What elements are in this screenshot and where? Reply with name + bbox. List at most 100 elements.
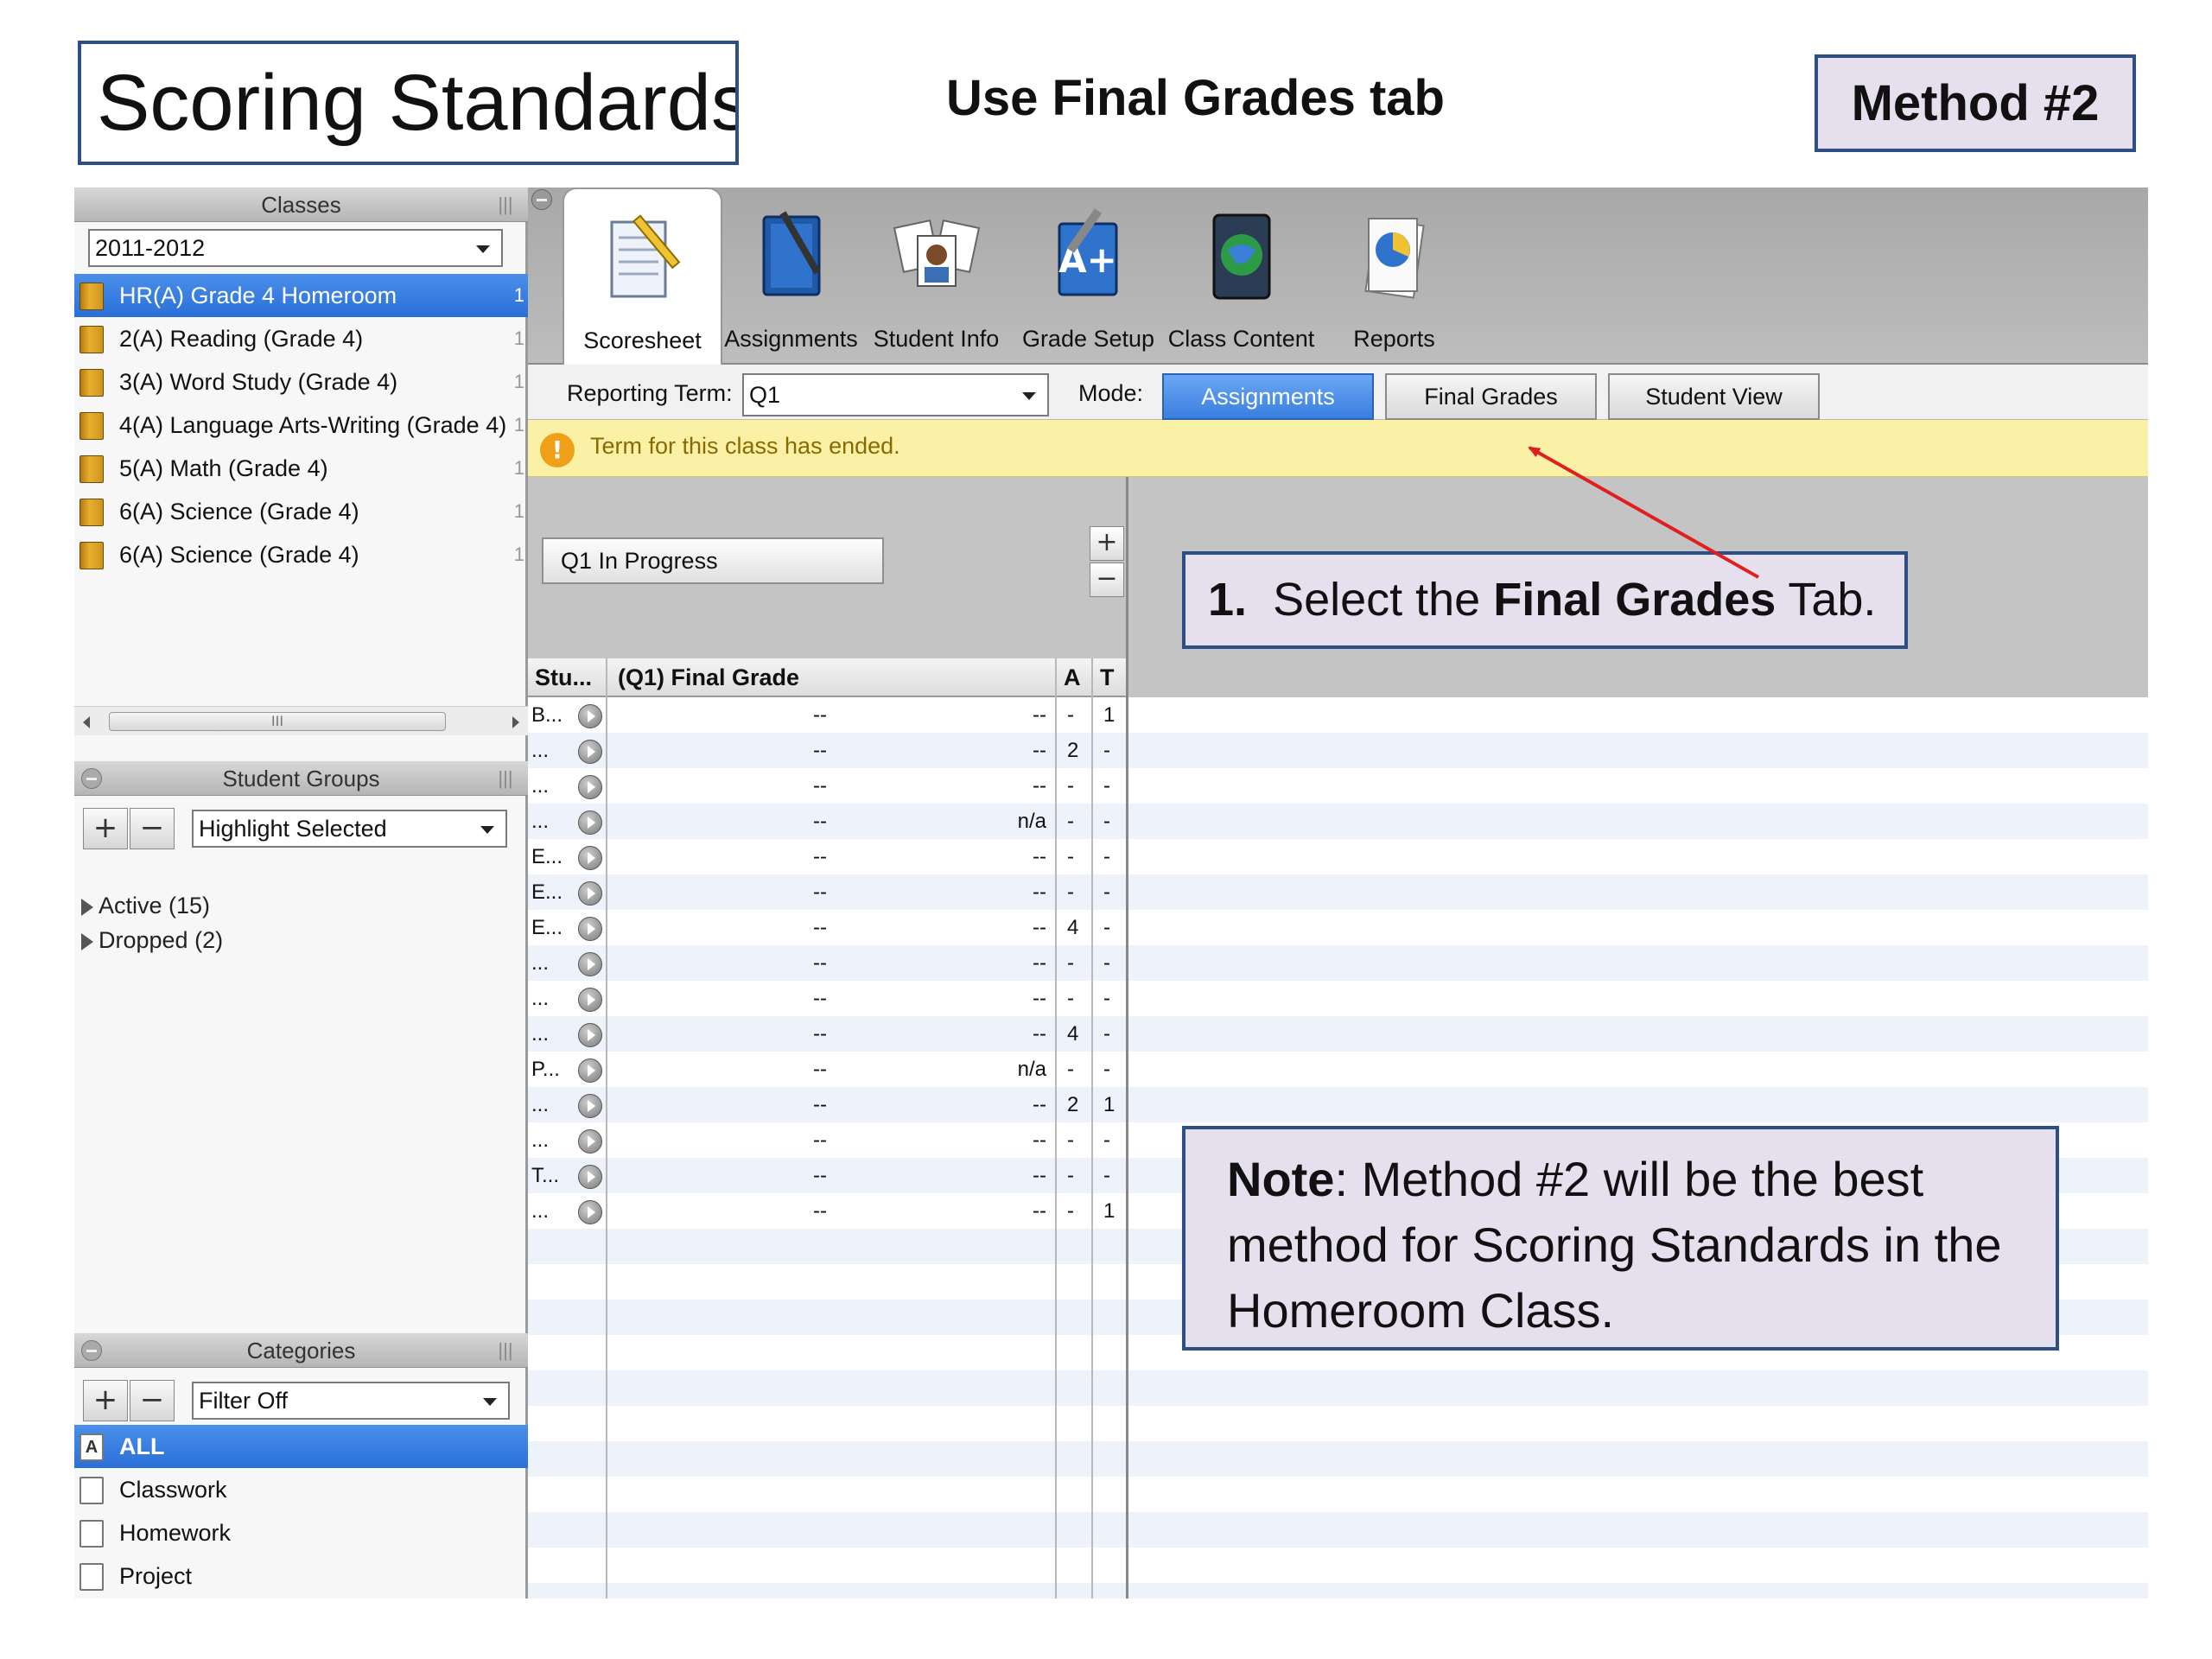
- toolbar-tab-label: Class Content: [1167, 326, 1315, 352]
- class-item[interactable]: 3(A) Word Study (Grade 4) 1: [74, 360, 528, 404]
- mode-button[interactable]: Student View: [1608, 373, 1820, 420]
- row-action-icon[interactable]: [578, 1023, 602, 1047]
- class-item[interactable]: 6(A) Science (Grade 4) 1: [74, 490, 528, 533]
- row-action-icon[interactable]: [578, 810, 602, 835]
- table-row[interactable]: E... -- -- 4 -: [528, 910, 2148, 945]
- t-count-cell: -: [1103, 951, 1110, 975]
- row-action-icon[interactable]: [578, 1058, 602, 1083]
- group-active[interactable]: Active (15): [81, 893, 210, 919]
- row-action-icon[interactable]: [578, 952, 602, 976]
- reporting-term-select[interactable]: Q1: [742, 373, 1049, 416]
- expand-triangle-icon[interactable]: [81, 932, 93, 950]
- panel-grip-icon[interactable]: |||: [495, 768, 516, 789]
- horizontal-scrollbar[interactable]: III: [74, 706, 528, 735]
- class-item[interactable]: 6(A) Science (Grade 4) 1: [74, 533, 528, 576]
- row-action-icon[interactable]: [578, 846, 602, 870]
- final-grade-cell[interactable]: --: [813, 1158, 827, 1193]
- t-column-header[interactable]: T: [1100, 658, 1115, 697]
- class-item[interactable]: 5(A) Math (Grade 4) 1: [74, 447, 528, 490]
- final-grade-cell[interactable]: --: [813, 697, 827, 733]
- t-count-cell: -: [1103, 774, 1110, 798]
- table-row[interactable]: ... -- n/a - -: [528, 804, 2148, 839]
- scroll-right-icon[interactable]: [512, 716, 519, 728]
- category-icon: A: [79, 1433, 104, 1461]
- panel-grip-icon[interactable]: |||: [495, 1340, 516, 1361]
- table-row[interactable]: E... -- -- - -: [528, 839, 2148, 874]
- collapse-minus-button[interactable]: −: [1090, 563, 1124, 597]
- toolbar-tab-label: Student Info: [873, 326, 1000, 352]
- table-row[interactable]: ... -- -- - -: [528, 945, 2148, 981]
- class-item[interactable]: 2(A) Reading (Grade 4) 1: [74, 317, 528, 360]
- row-action-icon[interactable]: [578, 704, 602, 728]
- panel-grip-icon[interactable]: |||: [495, 194, 516, 215]
- class-item[interactable]: HR(A) Grade 4 Homeroom 1: [74, 274, 528, 317]
- a-count-cell: 2: [1067, 1093, 1079, 1116]
- final-grade-cell[interactable]: --: [813, 839, 827, 874]
- remove-group-button[interactable]: −: [130, 808, 175, 849]
- table-row[interactable]: E... -- -- - -: [528, 874, 2148, 910]
- final-grade-cell[interactable]: --: [813, 910, 827, 945]
- row-action-icon[interactable]: [578, 1094, 602, 1118]
- final-grade-cell[interactable]: --: [813, 981, 827, 1016]
- row-action-icon[interactable]: [578, 881, 602, 906]
- group-dropped[interactable]: Dropped (2): [81, 927, 223, 954]
- a-column-header[interactable]: A: [1064, 658, 1081, 697]
- toolbar-tab[interactable]: Scoresheet: [563, 188, 722, 365]
- highlight-select[interactable]: Highlight Selected: [192, 810, 507, 848]
- row-action-icon[interactable]: [578, 740, 602, 764]
- remove-category-button[interactable]: −: [130, 1380, 175, 1421]
- toolbar-tab[interactable]: Class Content: [1161, 188, 1321, 365]
- final-grade-cell[interactable]: --: [813, 768, 827, 804]
- scrollbar-thumb[interactable]: III: [109, 712, 446, 731]
- mode-button[interactable]: Final Grades: [1385, 373, 1597, 420]
- final-grade-cell[interactable]: --: [813, 1193, 827, 1229]
- add-category-button[interactable]: +: [83, 1380, 128, 1421]
- table-row[interactable]: B... -- -- -1: [528, 697, 2148, 733]
- final-grade-cell[interactable]: --: [813, 1016, 827, 1052]
- table-row[interactable]: ... -- -- - -: [528, 768, 2148, 804]
- expand-triangle-icon[interactable]: [81, 898, 93, 916]
- table-row[interactable]: ... -- -- 4-: [528, 1016, 2148, 1052]
- collapse-icon[interactable]: [531, 189, 552, 210]
- scroll-left-icon[interactable]: [83, 716, 90, 728]
- final-grade-cell[interactable]: --: [813, 733, 827, 768]
- class-item[interactable]: 4(A) Language Arts-Writing (Grade 4) 1: [74, 404, 528, 447]
- table-row[interactable]: P... -- n/a - -: [528, 1052, 2148, 1087]
- expand-plus-button[interactable]: +: [1090, 526, 1124, 561]
- table-row[interactable]: ... -- -- 2 1: [528, 1087, 2148, 1122]
- final-grade-cell[interactable]: --: [813, 945, 827, 981]
- category-item[interactable]: A ALL: [74, 1425, 528, 1468]
- final-grade-cell[interactable]: --: [813, 1122, 827, 1158]
- row-action-icon[interactable]: [578, 917, 602, 941]
- note-label: Note: [1227, 1152, 1335, 1206]
- toolbar-tab[interactable]: Reports: [1314, 188, 1474, 365]
- table-row[interactable]: ... -- -- 2 -: [528, 733, 2148, 768]
- table-row[interactable]: ... -- -- - -: [528, 981, 2148, 1016]
- row-action-icon[interactable]: [578, 1165, 602, 1189]
- row-action-icon[interactable]: [578, 988, 602, 1012]
- category-item[interactable]: Project: [74, 1554, 528, 1598]
- term-progress-button[interactable]: Q1 In Progress: [542, 537, 884, 584]
- mode-button[interactable]: Assignments: [1162, 373, 1374, 420]
- category-item[interactable]: Homework: [74, 1511, 528, 1554]
- category-filter-select[interactable]: Filter Off: [192, 1382, 510, 1420]
- category-item[interactable]: Classwork: [74, 1468, 528, 1511]
- final-grade-cell[interactable]: --: [813, 1087, 827, 1122]
- final-grade-cell[interactable]: --: [813, 804, 827, 839]
- student-column-header[interactable]: Stu...: [535, 658, 592, 697]
- toolbar-tab[interactable]: A+ Grade Setup: [1008, 188, 1168, 365]
- chevron-down-icon: [1014, 381, 1042, 409]
- final-grade-column-header[interactable]: (Q1) Final Grade: [618, 658, 799, 697]
- toolbar-tab[interactable]: Student Info: [856, 188, 1016, 365]
- categories-header: Categories |||: [74, 1333, 528, 1368]
- collapse-icon[interactable]: [81, 768, 102, 789]
- toolbar-tab[interactable]: Assignments: [711, 188, 871, 365]
- row-action-icon[interactable]: [578, 775, 602, 799]
- final-grade-cell[interactable]: --: [813, 1052, 827, 1087]
- final-grade-cell[interactable]: --: [813, 874, 827, 910]
- school-year-select[interactable]: 2011-2012: [88, 229, 503, 267]
- add-group-button[interactable]: +: [83, 808, 128, 849]
- row-action-icon[interactable]: [578, 1129, 602, 1154]
- collapse-icon[interactable]: [81, 1340, 102, 1361]
- row-action-icon[interactable]: [578, 1200, 602, 1224]
